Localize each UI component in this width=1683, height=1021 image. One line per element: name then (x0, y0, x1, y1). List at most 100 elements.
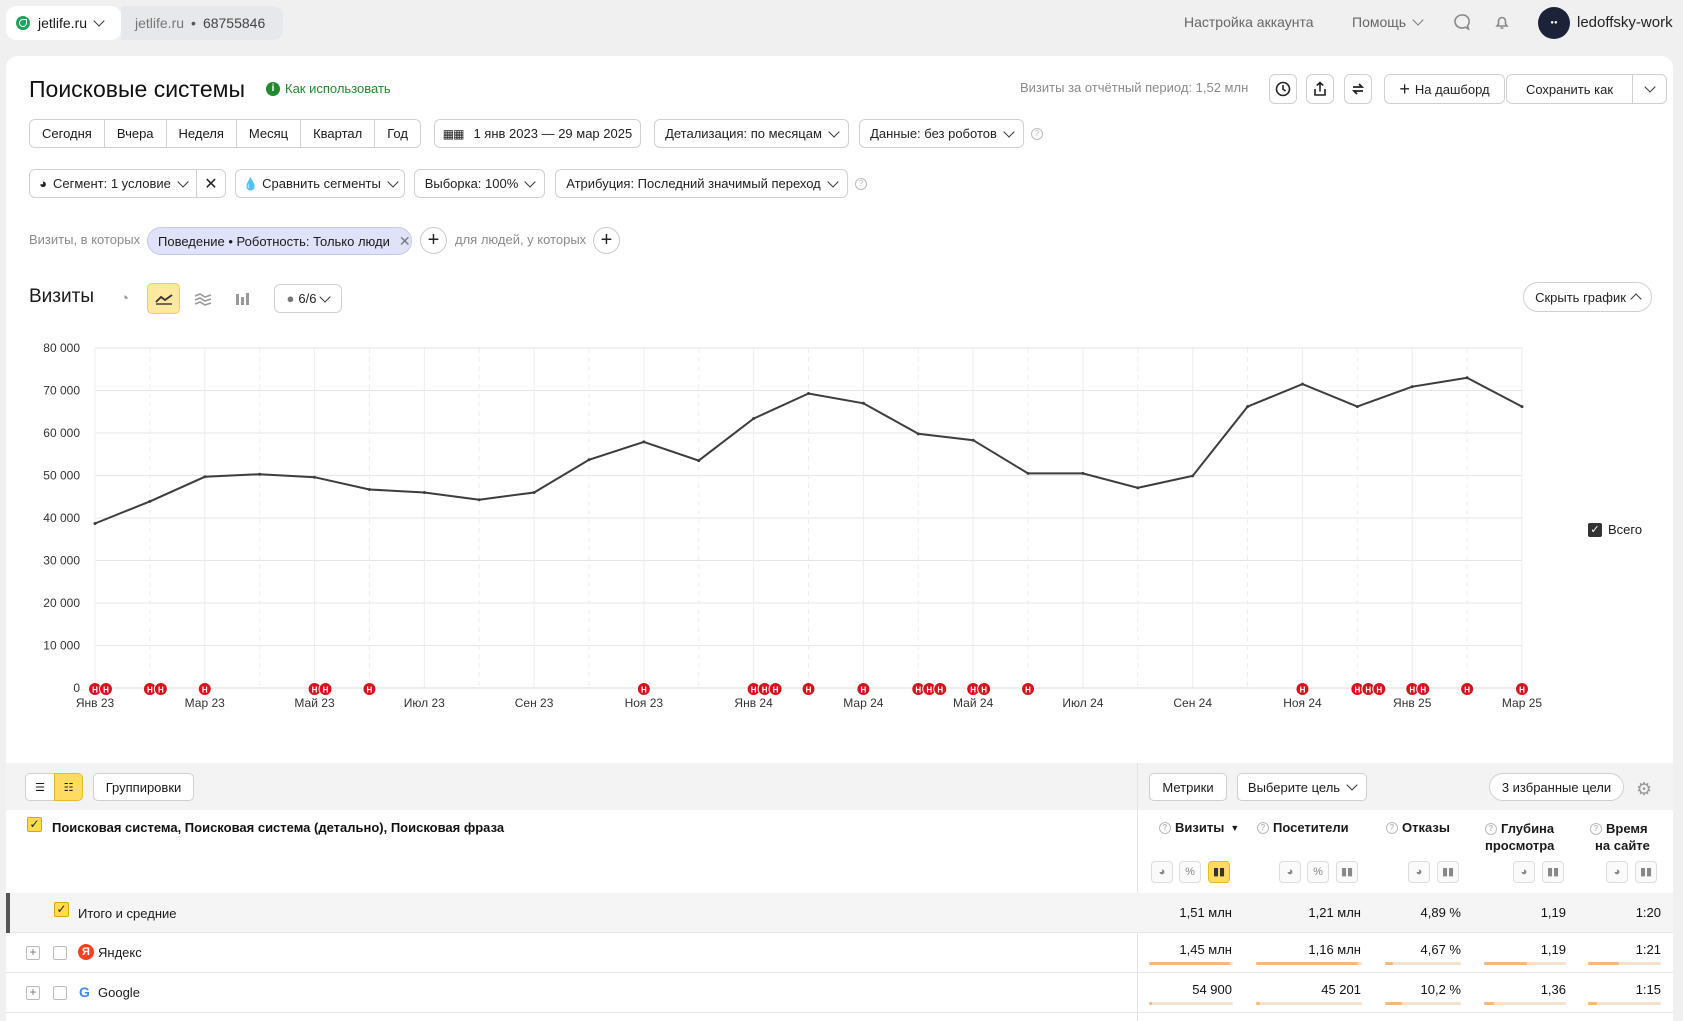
add-people-condition-button[interactable]: + (593, 227, 620, 254)
annotation-marker-label: Н (981, 686, 987, 695)
clear-segment-button[interactable]: ✕ (196, 169, 226, 198)
data-point (1081, 471, 1085, 475)
detail-dropdown[interactable]: Детализация: по месяцам (654, 119, 849, 148)
bar-icon[interactable]: ▮▮ (1336, 861, 1358, 883)
bar-visits (1149, 962, 1233, 965)
close-icon[interactable]: ✕ (399, 233, 411, 250)
pie-icon[interactable]: ◕ (1513, 861, 1535, 883)
favorite-goals-button[interactable]: 3 избранные цели (1489, 773, 1624, 801)
row-checkbox[interactable] (53, 946, 67, 960)
tab-yesterday[interactable]: Вчера (104, 120, 167, 147)
tab-month[interactable]: Месяц (236, 120, 302, 147)
bell-icon[interactable] (1492, 13, 1512, 33)
help-label: Помощь (1352, 14, 1407, 30)
help-icon[interactable]: ? (1386, 821, 1398, 834)
cell-bounces: 10,2 % (1420, 982, 1461, 997)
bar-icon[interactable]: ▮▮ (1542, 861, 1564, 883)
save-as-dropdown[interactable] (1632, 74, 1667, 104)
counter-id: 68755846 (202, 15, 266, 31)
row-label: Яндекс (98, 945, 142, 960)
column-visitors[interactable]: ? Посетители (1257, 820, 1349, 835)
percent-icon[interactable]: % (1179, 861, 1201, 883)
username[interactable]: ledoffsky-work (1577, 14, 1673, 31)
avatar[interactable]: ●● (1538, 7, 1570, 39)
pie-chart-type-icon[interactable]: ◔ (108, 283, 141, 314)
column-depth[interactable]: ? Глубина просмотра (1485, 820, 1554, 854)
column-bounces-label: Отказы (1402, 820, 1450, 835)
bar-chart-type-icon[interactable] (225, 283, 258, 314)
chart-legend[interactable]: ✓ Всего (1588, 522, 1642, 537)
help-icon[interactable]: ? (1031, 128, 1043, 140)
annotation-marker-label: Н (806, 686, 812, 695)
compare-segments-dropdown[interactable]: 💧 Сравнить сегменты (235, 169, 405, 198)
pie-icon[interactable]: ◕ (1606, 861, 1628, 883)
pie-icon[interactable]: ◕ (1408, 861, 1430, 883)
account-settings-link[interactable]: Настройка аккаунта (1184, 14, 1314, 30)
column-visits[interactable]: ? Визиты ▼ (1159, 820, 1239, 835)
to-dashboard-button[interactable]: + На дашборд (1384, 74, 1505, 104)
howto-link[interactable]: i Как использовать (266, 81, 391, 96)
bar-bounces (1385, 1002, 1461, 1005)
help-icon[interactable]: ? (1485, 822, 1497, 835)
date-range-picker[interactable]: ▦▦ 1 янв 2023 — 29 мар 2025 (434, 119, 641, 148)
x-tick-label: Янв 25 (1393, 696, 1432, 710)
row-checkbox[interactable] (53, 986, 67, 1000)
tab-quarter[interactable]: Квартал (301, 120, 376, 147)
help-icon[interactable]: ? (1590, 822, 1602, 835)
help-icon[interactable]: ? (1257, 821, 1269, 834)
gear-icon[interactable]: ⚙ (1636, 779, 1652, 800)
history-button[interactable] (1269, 74, 1297, 104)
expand-icon[interactable]: + (26, 946, 40, 960)
annotation-marker-label: Н (762, 686, 768, 695)
column-bounces[interactable]: ? Отказы (1386, 820, 1450, 835)
choose-goal-dropdown[interactable]: Выберите цель (1237, 773, 1367, 801)
bar-icon[interactable]: ▮▮ (1208, 861, 1230, 883)
x-tick-label: Сен 24 (1173, 696, 1212, 710)
chat-icon[interactable] (1452, 13, 1472, 33)
legend-checkbox[interactable]: ✓ (1588, 522, 1602, 537)
expand-icon[interactable]: + (26, 986, 40, 1000)
tab-today[interactable]: Сегодня (30, 120, 105, 147)
line-chart-type-icon[interactable] (147, 283, 180, 314)
counter-selector[interactable]: jetlife.ru • 68755846 (121, 6, 283, 40)
tree-view-button[interactable]: ☷ (54, 773, 83, 801)
save-as-button[interactable]: Сохранить как (1506, 74, 1633, 104)
bar-icon[interactable]: ▮▮ (1635, 861, 1657, 883)
sample-dropdown[interactable]: Выборка: 100% (414, 169, 545, 198)
help-menu[interactable]: Помощь (1352, 14, 1424, 30)
bar-icon[interactable]: ▮▮ (1437, 861, 1459, 883)
attribution-dropdown[interactable]: Атрибуция: Последний значимый переход (555, 169, 848, 198)
data-filter-dropdown[interactable]: Данные: без роботов (859, 119, 1024, 148)
add-visit-condition-button[interactable]: + (420, 227, 447, 254)
counter-site: jetlife.ru (135, 15, 185, 31)
annotation-marker-label: Н (103, 686, 109, 695)
annotations-dropdown[interactable]: ● 6/6 (274, 284, 342, 313)
metrics-button[interactable]: Метрики (1149, 773, 1227, 801)
tab-week[interactable]: Неделя (166, 120, 237, 147)
data-point (532, 491, 536, 494)
flat-view-button[interactable]: ☰ (25, 773, 55, 801)
hide-chart-button[interactable]: Скрыть график (1523, 282, 1652, 312)
annotation-marker-label: Н (1300, 686, 1306, 695)
filter-condition-pill[interactable]: Поведение • Роботность: Только люди ✕ (147, 227, 412, 255)
export-button[interactable] (1306, 74, 1334, 104)
dimension-checkbox[interactable]: ✓ (27, 817, 42, 832)
column-time[interactable]: ? Время на сайте (1590, 820, 1650, 854)
tab-year[interactable]: Год (375, 120, 420, 147)
segment-dropdown[interactable]: ◕ Сегмент: 1 условие (29, 169, 197, 198)
help-icon[interactable]: ? (855, 178, 867, 190)
annotation-marker-label: Н (937, 686, 943, 695)
percent-icon[interactable]: % (1307, 861, 1329, 883)
data-point (916, 432, 920, 436)
data-point (1410, 385, 1414, 389)
help-icon[interactable]: ? (1159, 821, 1171, 834)
site-selector[interactable]: jetlife.ru (6, 6, 121, 40)
groupings-button[interactable]: Группировки (93, 773, 194, 801)
area-chart-type-icon[interactable] (186, 283, 219, 314)
compare-segments-label: Сравнить сегменты (262, 176, 381, 191)
compare-button[interactable] (1344, 74, 1372, 104)
x-tick-label: Мар 24 (843, 696, 883, 710)
total-checkbox[interactable]: ✓ (54, 902, 69, 917)
pie-icon[interactable]: ◕ (1151, 861, 1173, 883)
pie-icon[interactable]: ◕ (1279, 861, 1301, 883)
